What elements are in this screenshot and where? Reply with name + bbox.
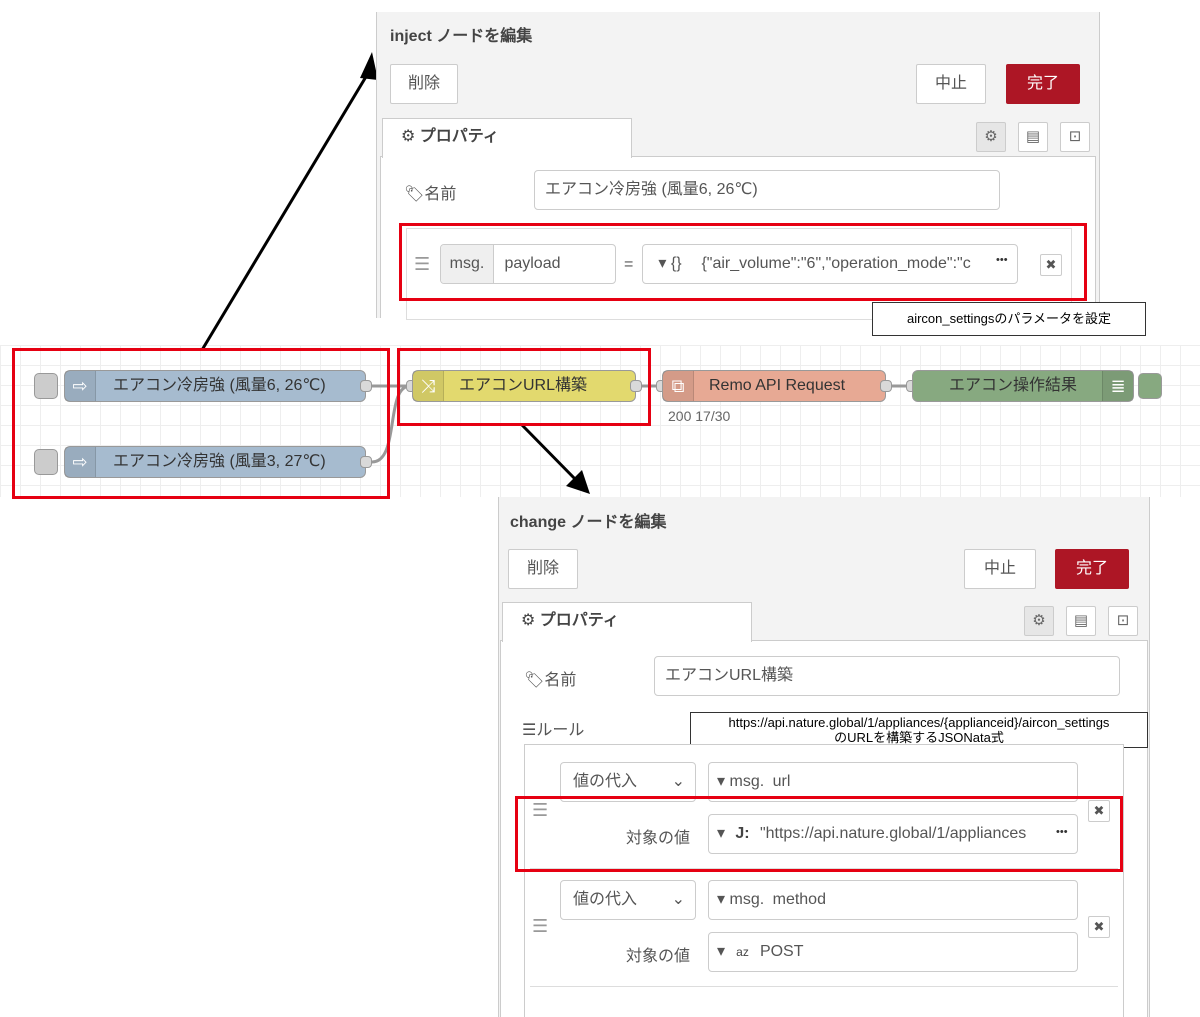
remove-rule-2-button[interactable]: ✖ bbox=[1088, 916, 1110, 938]
cancel-button[interactable]: 中止 bbox=[964, 549, 1036, 589]
debug-node-label: エアコン操作結果 bbox=[949, 377, 1078, 394]
name-label-wrap: 🏷名前 bbox=[524, 666, 576, 690]
name-label: 名前 bbox=[424, 186, 457, 203]
caret-down-icon: ▾ bbox=[717, 943, 726, 960]
delete-button[interactable]: 削除 bbox=[390, 64, 458, 104]
debug-toggle-button[interactable] bbox=[1138, 373, 1162, 399]
globe-icon: ⧉ bbox=[663, 371, 694, 401]
appearance-icon[interactable]: ⊡ bbox=[1060, 122, 1090, 152]
tooltip-jsonata-url: https://api.nature.global/1/appliances/{… bbox=[690, 712, 1148, 748]
tag-icon: 🏷 bbox=[524, 672, 545, 689]
list-icon: ☰ bbox=[522, 722, 537, 739]
name-input[interactable]: エアコンURL構築 bbox=[654, 656, 1120, 696]
appearance-icon[interactable]: ⊡ bbox=[1108, 606, 1138, 636]
tab-properties[interactable]: ⚙ プロパティ bbox=[382, 118, 632, 158]
output-port[interactable] bbox=[880, 380, 892, 392]
drag-handle-icon[interactable]: ☰ bbox=[532, 916, 548, 937]
tab-properties-label: プロパティ bbox=[419, 128, 499, 145]
msg-prefix: msg. bbox=[729, 773, 765, 790]
name-label-wrap: 🏷名前 bbox=[404, 180, 456, 204]
gear-icon: ⚙ bbox=[521, 612, 536, 629]
done-button[interactable]: 完了 bbox=[1055, 549, 1129, 589]
rule-2-value-input[interactable]: ▾ az POST bbox=[708, 932, 1078, 972]
settings-icon[interactable]: ⚙ bbox=[976, 122, 1006, 152]
tag-icon: 🏷 bbox=[404, 186, 425, 203]
inject-panel-title: inject ノードを編集 bbox=[390, 28, 533, 45]
string-type-icon: az bbox=[736, 945, 749, 959]
list-icon: ≣ bbox=[1102, 371, 1133, 401]
highlight-inject-nodes bbox=[12, 348, 390, 499]
rule-1-action: 値の代入 bbox=[573, 773, 638, 790]
msg-prefix: msg. bbox=[729, 891, 765, 908]
rule-1-property: url bbox=[772, 773, 791, 790]
name-label: 名前 bbox=[544, 672, 577, 689]
done-button[interactable]: 完了 bbox=[1006, 64, 1080, 104]
debug-node[interactable]: エアコン操作結果 ≣ bbox=[912, 370, 1134, 402]
name-input[interactable]: エアコン冷房強 (風量6, 26℃) bbox=[534, 170, 1000, 210]
rule-2-target-label: 対象の値 bbox=[626, 948, 691, 965]
rule-2-value: POST bbox=[759, 943, 804, 960]
settings-icon[interactable]: ⚙ bbox=[1024, 606, 1054, 636]
gear-icon: ⚙ bbox=[401, 128, 416, 145]
highlight-url-rule bbox=[515, 796, 1123, 872]
rules-label-wrap: ☰ルール bbox=[522, 716, 584, 740]
cancel-button[interactable]: 中止 bbox=[916, 64, 986, 104]
tab-properties-label: プロパティ bbox=[539, 612, 619, 629]
caret-down-icon: ▾ bbox=[717, 891, 726, 908]
http-request-node[interactable]: ⧉ Remo API Request bbox=[662, 370, 886, 402]
rule-2-action: 値の代入 bbox=[573, 891, 638, 908]
delete-button[interactable]: 削除 bbox=[508, 549, 578, 589]
tooltip-aircon-settings: aircon_settingsのパラメータを設定 bbox=[872, 302, 1146, 336]
rule-2-property: method bbox=[772, 891, 826, 908]
rules-label: ルール bbox=[536, 722, 585, 739]
tooltip-line-1: https://api.nature.global/1/appliances/{… bbox=[728, 715, 1110, 730]
tooltip-line-2: のURLを構築するJSONata式 bbox=[834, 730, 1004, 745]
rule-divider bbox=[530, 986, 1118, 987]
chevron-down-icon: ⌄ bbox=[671, 891, 685, 908]
description-icon[interactable]: ▤ bbox=[1018, 122, 1048, 152]
tab-properties[interactable]: ⚙ プロパティ bbox=[502, 602, 752, 642]
http-status: 200 17/30 bbox=[668, 408, 731, 424]
change-panel-title: change ノードを編集 bbox=[510, 514, 667, 531]
rule-2-property-input[interactable]: ▾ msg. method bbox=[708, 880, 1078, 920]
highlight-payload-row bbox=[399, 223, 1087, 301]
http-node-label: Remo API Request bbox=[709, 377, 846, 394]
highlight-change-node bbox=[397, 348, 651, 426]
rule-2-action-select[interactable]: 値の代入 ⌄ bbox=[560, 880, 696, 920]
description-icon[interactable]: ▤ bbox=[1066, 606, 1096, 636]
